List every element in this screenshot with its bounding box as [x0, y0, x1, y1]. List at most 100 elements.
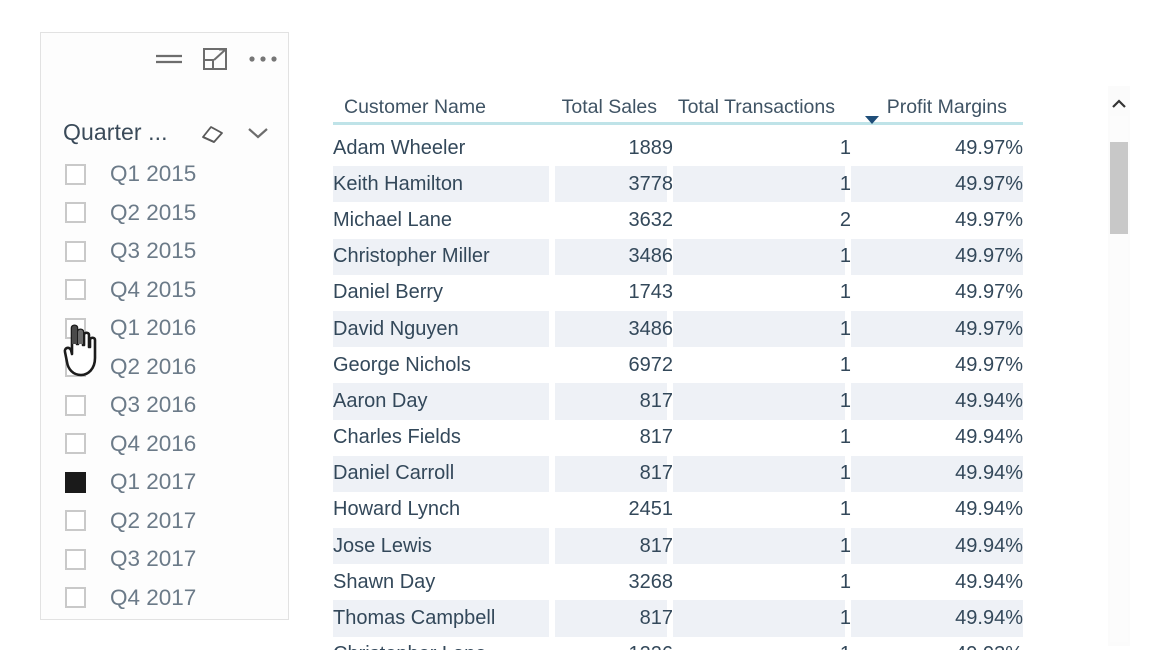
table-row[interactable]: George Nichols 6972 1 49.97%	[333, 347, 1023, 383]
cell-total-sales: 6972	[628, 353, 674, 376]
slicer-item[interactable]: Q3 2016	[63, 386, 280, 425]
table-row[interactable]: Daniel Carroll 817 1 49.94%	[333, 455, 1023, 492]
slicer-item[interactable]: Q1 2017	[63, 463, 280, 502]
slicer-item-label: Q2 2016	[110, 353, 197, 379]
slicer-item-checkbox[interactable]	[65, 240, 86, 262]
table-row[interactable]: Christopher Lane1226149.93%	[333, 637, 1023, 650]
customer-table: Customer Name Total Sales Total Transact…	[333, 80, 1023, 650]
chevron-down-icon[interactable]	[246, 125, 270, 141]
slicer-item[interactable]: Q3 2017	[63, 540, 280, 579]
column-header-profit-margins[interactable]: Profit Margins	[851, 80, 1023, 130]
cell-customer-name: David Nguyen	[333, 310, 555, 348]
slicer-item-checkbox[interactable]	[65, 510, 86, 532]
filter-icon[interactable]	[154, 49, 184, 69]
slicer-item[interactable]: Q2 2016	[63, 348, 280, 387]
table-row[interactable]: Jose Lewis 817 1 49.94%	[333, 528, 1023, 565]
slicer-header-actions	[200, 121, 276, 145]
table-row[interactable]: Howard Lynch 2451 1 49.94%	[333, 492, 1023, 528]
cell-customer-name: Shawn Day	[333, 570, 436, 593]
cell-total-transactions: 1	[673, 166, 851, 203]
slicer-item[interactable]: Q4 2015	[63, 271, 280, 310]
cell-total-transactions: 2	[839, 208, 851, 231]
table-vertical-scrollbar[interactable]	[1108, 86, 1130, 646]
cell-total-transactions: 1	[673, 637, 851, 650]
cell-customer-name: Adam Wheeler	[333, 136, 466, 159]
slicer-item-checkbox[interactable]	[65, 548, 86, 570]
slicer-item-label: Q1 2016	[110, 315, 197, 341]
column-header-total-sales[interactable]: Total Sales	[555, 80, 673, 130]
slicer-item-checkbox[interactable]	[65, 356, 86, 378]
cell-profit-margins: 49.94%	[851, 600, 1023, 637]
table-row[interactable]: David Nguyen 3486 1 49.97%	[333, 310, 1023, 348]
slicer-toolbar	[154, 41, 278, 77]
cell-profit-margins: 49.97%	[851, 166, 1023, 203]
cell-total-sales: 817	[639, 426, 673, 449]
slicer-title: Quarter ...	[63, 119, 168, 145]
cell-total-sales: 3632	[628, 208, 674, 231]
slicer-item[interactable]: Q4 2016	[63, 425, 280, 464]
table-row[interactable]: Daniel Berry 1743 1 49.97%	[333, 275, 1023, 311]
cell-total-transactions: 1	[839, 426, 851, 449]
slicer-item-checkbox[interactable]	[65, 163, 86, 185]
cell-total-sales: 3778	[555, 166, 673, 203]
cell-total-transactions: 1	[839, 498, 851, 521]
cell-profit-margins: 49.94%	[851, 455, 1023, 492]
cell-customer-name: Aaron Day	[333, 383, 555, 420]
table-row[interactable]: Shawn Day 3268 1 49.94%	[333, 564, 1023, 600]
table-row[interactable]: Michael Lane 3632 2 49.97%	[333, 202, 1023, 238]
cell-customer-name: Daniel Carroll	[333, 455, 555, 492]
cell-total-transactions: 1	[673, 528, 851, 565]
cell-profit-margins: 49.97%	[955, 281, 1023, 304]
cell-customer-name: George Nichols	[333, 353, 471, 376]
cell-profit-margins: 49.97%	[851, 310, 1023, 348]
cell-customer-name: Christopher Lane	[333, 637, 555, 650]
cell-total-transactions: 1	[839, 136, 851, 159]
slicer-item-checkbox[interactable]	[65, 471, 86, 493]
cell-total-transactions: 1	[839, 570, 851, 593]
table-row[interactable]: Aaron Day 817 1 49.94%	[333, 383, 1023, 420]
column-header-total-transactions[interactable]: Total Transactions	[673, 80, 851, 130]
focus-mode-icon[interactable]	[202, 46, 230, 72]
scrollbar-thumb[interactable]	[1110, 142, 1128, 234]
slicer-item[interactable]: Q2 2017	[63, 502, 280, 541]
slicer-item-label: Q4 2016	[110, 430, 197, 456]
slicer-item-list: Q1 2015 Q2 2015 Q3 2015 Q4 2015 Q1 2016 Q2 20…	[63, 155, 280, 617]
slicer-item[interactable]: Q1 2016	[63, 309, 280, 348]
table-row[interactable]: Keith Hamilton 3778 1 49.97%	[333, 166, 1023, 203]
table-row[interactable]: Charles Fields 817 1 49.94%	[333, 420, 1023, 456]
table-header: Customer Name Total Sales Total Transact…	[333, 80, 1023, 130]
slicer-item[interactable]: Q1 2015	[63, 155, 280, 194]
eraser-icon[interactable]	[200, 121, 226, 145]
cell-total-transactions: 1	[673, 600, 851, 637]
cell-customer-name: Keith Hamilton	[333, 166, 555, 203]
cell-customer-name: Thomas Campbell	[333, 600, 555, 637]
cell-total-sales: 1226	[555, 637, 674, 650]
customer-table-visual: Customer Name Total Sales Total Transact…	[333, 80, 1023, 650]
slicer-item[interactable]: Q2 2015	[63, 194, 280, 233]
slicer-item[interactable]: Q4 2017	[63, 579, 280, 618]
table-row[interactable]: Adam Wheeler 1889 1 49.97%	[333, 130, 1023, 166]
cell-total-sales: 3268	[628, 570, 674, 593]
sort-descending-icon	[865, 116, 879, 124]
slicer-item-checkbox[interactable]	[65, 394, 86, 416]
table-row[interactable]: Thomas Campbell 817 1 49.94%	[333, 600, 1023, 637]
slicer-item-label: Q1 2017	[110, 469, 197, 495]
scroll-up-arrow-icon[interactable]	[1108, 94, 1130, 114]
column-header-customer-name[interactable]: Customer Name	[333, 80, 555, 130]
cell-total-transactions: 1	[839, 281, 851, 304]
slicer-item-checkbox[interactable]	[65, 279, 86, 301]
slicer-item-checkbox[interactable]	[65, 433, 86, 455]
column-header-total-transactions-label: Total Transactions	[673, 96, 851, 125]
slicer-item[interactable]: Q3 2015	[63, 232, 280, 271]
cell-total-sales: 2451	[628, 498, 674, 521]
column-header-total-sales-label: Total Sales	[555, 96, 673, 125]
slicer-item-checkbox[interactable]	[65, 202, 86, 224]
cell-total-transactions: 1	[673, 383, 851, 420]
slicer-item-checkbox[interactable]	[65, 587, 86, 609]
slicer-item-label: Q2 2015	[110, 199, 197, 225]
more-options-icon[interactable]	[248, 55, 278, 63]
cell-total-sales: 817	[555, 455, 673, 492]
table-row[interactable]: Christopher Miller 3486 1 49.97%	[333, 238, 1023, 275]
slicer-item-checkbox[interactable]	[65, 317, 86, 339]
cell-profit-margins: 49.97%	[955, 136, 1023, 159]
